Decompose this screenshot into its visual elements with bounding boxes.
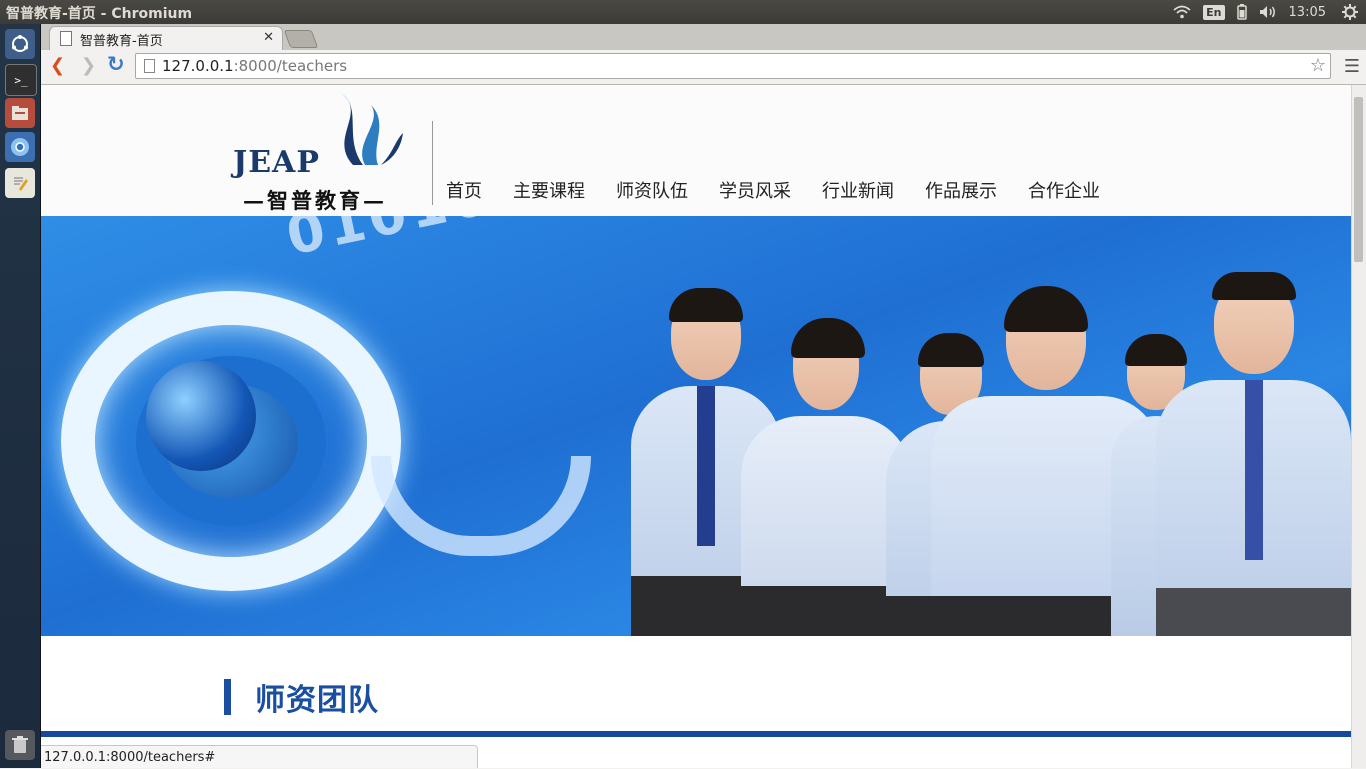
url-host: 127.0.0.1 xyxy=(162,57,234,75)
site-logo[interactable]: JEAP —智普教育— xyxy=(233,93,413,213)
nav-courses[interactable]: 主要课程 xyxy=(513,177,585,203)
section-divider xyxy=(41,731,1351,737)
globe-graphic xyxy=(146,361,256,471)
new-tab-button[interactable] xyxy=(283,30,319,48)
window-title: 智普教育-首页 - Chromium xyxy=(6,6,193,22)
team-photo xyxy=(601,256,1351,636)
browser-toolbar: ❮ ❯ ↻ 127.0.0.1:8000/teachers ☆ ☰ xyxy=(41,50,1366,85)
volume-icon[interactable] xyxy=(1259,5,1277,19)
address-bar[interactable]: 127.0.0.1:8000/teachers ☆ xyxy=(135,53,1331,79)
page-scrollbar[interactable] xyxy=(1351,85,1366,768)
browser-tab[interactable]: 智普教育-首页 ✕ xyxy=(49,26,283,51)
launcher: >_ xyxy=(0,24,41,768)
nav-home[interactable]: 首页 xyxy=(446,177,482,203)
hero-banner: 010101010101010101010101 xyxy=(41,216,1351,636)
battery-icon[interactable] xyxy=(1236,4,1247,20)
system-tray: En 13:05 xyxy=(1173,0,1366,24)
scrollbar-thumb[interactable] xyxy=(1354,97,1363,262)
header-divider xyxy=(432,121,433,205)
nav-students[interactable]: 学员风采 xyxy=(719,177,791,203)
page-icon xyxy=(144,59,155,73)
chromium-icon[interactable] xyxy=(5,132,35,162)
logo-subtitle: —智普教育— xyxy=(243,188,387,213)
main-nav: 首页 主要课程 师资队伍 学员风采 行业新闻 作品展示 合作企业 xyxy=(446,177,1131,203)
section-title-accent xyxy=(224,679,231,715)
terminal-icon[interactable]: >_ xyxy=(5,64,37,96)
dash-icon[interactable] xyxy=(5,29,35,59)
text-editor-icon[interactable] xyxy=(5,168,35,198)
trash-icon[interactable] xyxy=(5,730,35,760)
file-manager-icon[interactable] xyxy=(5,98,35,128)
settings-gear-icon[interactable] xyxy=(1342,4,1358,20)
nav-works[interactable]: 作品展示 xyxy=(925,177,997,203)
top-panel: 智普教育-首页 - Chromium En 13:05 xyxy=(0,0,1366,24)
reload-icon[interactable]: ↻ xyxy=(107,52,125,76)
section-title: 师资团队 xyxy=(255,683,379,718)
close-icon[interactable]: ✕ xyxy=(263,30,274,45)
nav-news[interactable]: 行业新闻 xyxy=(822,177,894,203)
tab-strip: 智普教育-首页 ✕ xyxy=(41,24,1366,51)
section-header: 师资团队 xyxy=(224,675,379,719)
url-path: :8000/teachers xyxy=(233,57,348,75)
tab-title: 智普教育-首页 xyxy=(80,34,163,49)
link-status-bubble: 127.0.0.1:8000/teachers# xyxy=(41,745,478,768)
arrow-graphic xyxy=(371,456,591,556)
back-arrow-icon[interactable]: ❮ xyxy=(50,55,65,76)
menu-icon[interactable]: ☰ xyxy=(1344,56,1360,77)
logo-swoosh-icon xyxy=(341,93,403,165)
nav-partners[interactable]: 合作企业 xyxy=(1028,177,1100,203)
person-figure xyxy=(1156,272,1351,636)
site-header: JEAP —智普教育— 首页 主要课程 师资队伍 学员风采 行业新闻 作品展示 … xyxy=(41,85,1351,216)
page-icon xyxy=(60,31,72,46)
bookmark-star-icon[interactable]: ☆ xyxy=(1310,55,1326,76)
keyboard-indicator[interactable]: En xyxy=(1203,4,1225,20)
clock[interactable]: 13:05 xyxy=(1289,5,1326,20)
nav-teachers[interactable]: 师资队伍 xyxy=(616,177,688,203)
wifi-icon[interactable] xyxy=(1173,5,1191,19)
url-text: 127.0.0.1:8000/teachers xyxy=(162,57,347,75)
forward-arrow-icon[interactable]: ❯ xyxy=(81,55,96,76)
logo-text: JEAP xyxy=(233,145,320,180)
page-viewport: JEAP —智普教育— 首页 主要课程 师资队伍 学员风采 行业新闻 作品展示 … xyxy=(41,85,1351,768)
